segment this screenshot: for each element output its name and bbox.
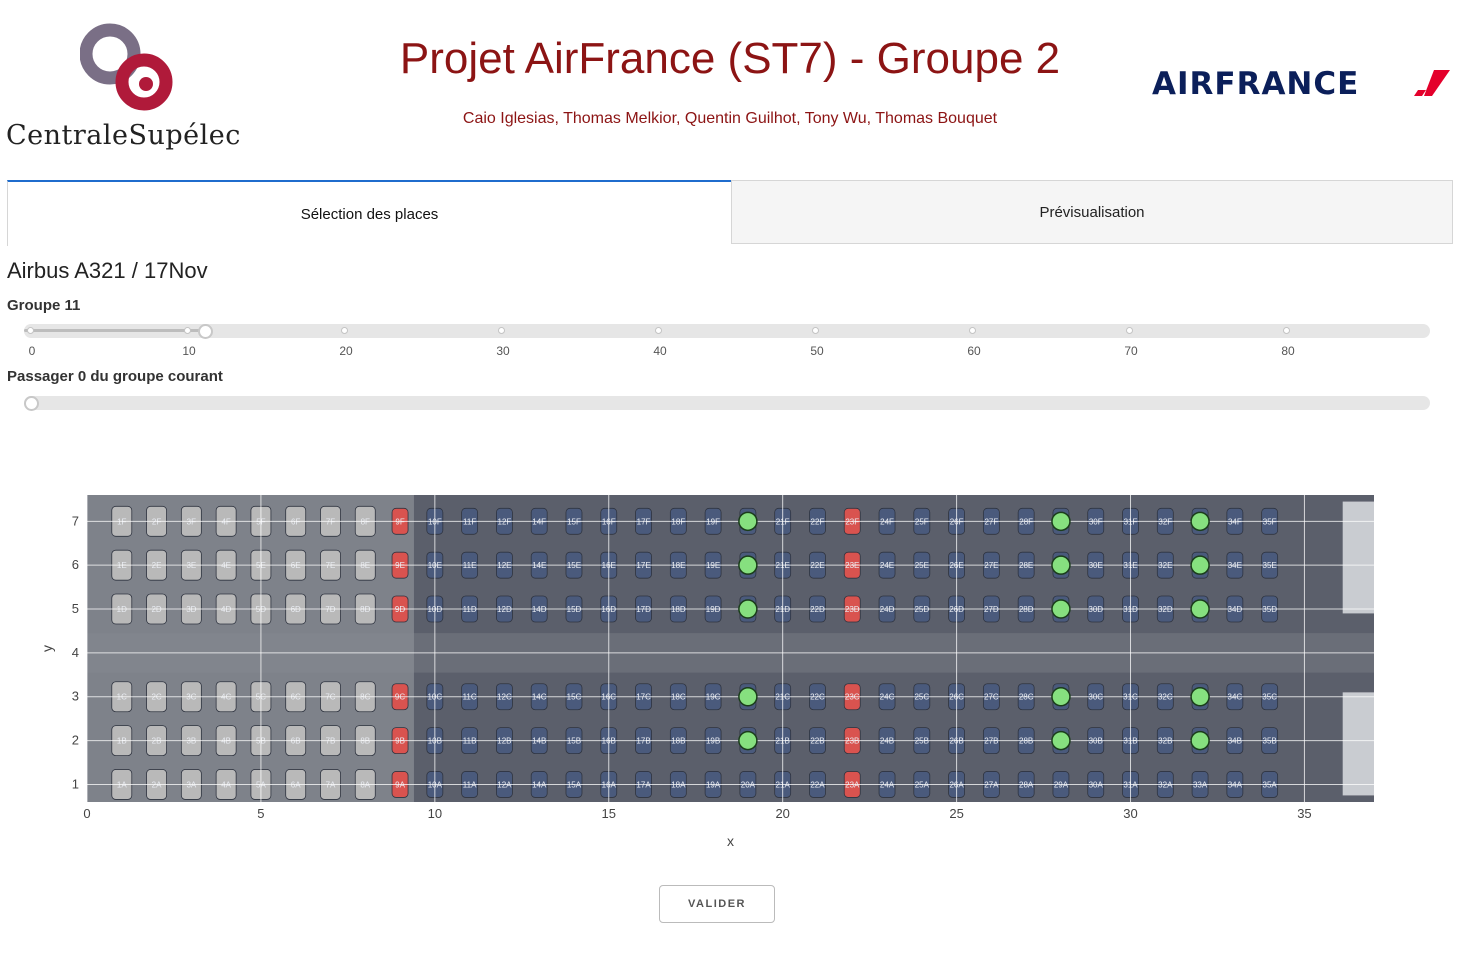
y-tick-label: 5	[72, 601, 79, 616]
page-title: Projet AirFrance (ST7) - Groupe 2	[399, 34, 1061, 83]
slider-mark-label: 10	[182, 344, 196, 358]
authors-line: Caio Iglesias, Thomas Melkior, Quentin G…	[462, 110, 998, 127]
selected-seat-marker[interactable]	[738, 555, 758, 575]
selected-seat-marker[interactable]	[1051, 511, 1071, 532]
validate-button[interactable]: VALIDER	[659, 885, 775, 923]
slider-mark-label: 40	[653, 344, 667, 358]
seat-label: 3E	[186, 561, 196, 570]
seat-label: 30E	[1089, 561, 1103, 570]
y-axis-label: y	[39, 645, 55, 652]
slider-tick	[969, 327, 976, 334]
seat-label: 19E	[706, 561, 720, 570]
seat-label: 9E	[395, 561, 405, 570]
slider-tick	[812, 327, 819, 334]
group-slider-label: Groupe 11	[7, 297, 81, 314]
seat-label: 14E	[532, 561, 546, 570]
seat-label: 27E	[984, 561, 998, 570]
seat-label: 11E	[463, 561, 477, 570]
y-tick-label: 3	[72, 689, 79, 704]
y-tick-label: 1	[72, 776, 79, 791]
y-tick-label: 7	[72, 513, 79, 528]
selected-seat-marker[interactable]	[1051, 730, 1071, 751]
x-tick-label: 35	[1297, 806, 1311, 821]
seat-label: 35E	[1263, 561, 1277, 570]
slider-tick	[1283, 327, 1290, 334]
slider-tick	[498, 327, 505, 334]
slider-mark-label: 80	[1281, 344, 1295, 358]
y-tick-label: 4	[72, 645, 79, 660]
slider-tick	[341, 327, 348, 334]
seat-label: 1E	[117, 561, 127, 570]
seat-label: 2E	[152, 561, 162, 570]
seat-label: 15E	[567, 561, 581, 570]
tab-preview[interactable]: Prévisualisation	[731, 180, 1453, 244]
selected-seat-marker[interactable]	[738, 730, 758, 751]
airfrance-logo: AIRFRANCE	[1152, 66, 1452, 106]
lavatory-area	[1342, 692, 1374, 796]
x-tick-label: 15	[602, 806, 616, 821]
selected-seat-marker[interactable]	[1190, 511, 1210, 532]
x-tick-label: 0	[83, 806, 90, 821]
centralesupelec-logo: CentraleSupélec	[6, 22, 268, 162]
group-slider-handle[interactable]	[198, 324, 213, 339]
centralesupelec-logo-mark	[80, 23, 173, 111]
seat-label: 23E	[845, 561, 859, 570]
cabin-background	[87, 495, 1374, 802]
slider-tick	[184, 327, 191, 334]
seat-label: 18E	[671, 561, 685, 570]
slider-tick	[1126, 327, 1133, 334]
tab-seat-selection[interactable]: Sélection des places	[7, 180, 731, 246]
seat-label: 24E	[880, 561, 894, 570]
seat-map-plot[interactable]: 1F1E1D1C1B1A2F2E2D2C2B2A3F3E3D3C3B3A4F4E…	[0, 470, 1461, 870]
x-tick-label: 30	[1123, 806, 1137, 821]
group-slider[interactable]	[24, 324, 1430, 339]
seat-label: 25E	[915, 561, 929, 570]
seat-label: 12E	[497, 561, 511, 570]
passenger-slider-label: Passager 0 du groupe courant	[7, 368, 223, 385]
selected-seat-marker[interactable]	[738, 511, 758, 532]
passenger-slider[interactable]	[24, 396, 1430, 411]
selected-seat-marker[interactable]	[1190, 730, 1210, 751]
selected-seat-marker[interactable]	[1051, 686, 1071, 707]
selected-seat-marker[interactable]	[738, 599, 758, 619]
slider-mark-label: 50	[810, 344, 824, 358]
y-tick-label: 6	[72, 557, 79, 572]
tab-bar: Sélection des places Prévisualisation	[7, 180, 1453, 246]
group-slider-track-fill	[24, 329, 200, 332]
x-tick-label: 5	[257, 806, 264, 821]
seat-label: 6E	[291, 561, 301, 570]
y-tick-label: 2	[72, 733, 79, 748]
lavatory-area	[1342, 501, 1374, 614]
centralesupelec-logo-text: CentraleSupélec	[6, 120, 241, 151]
x-tick-label: 10	[428, 806, 442, 821]
seat-label: 17E	[636, 561, 650, 570]
slider-tick	[27, 327, 34, 334]
selected-seat-marker[interactable]	[738, 686, 758, 707]
x-axis-label: x	[727, 833, 734, 849]
slider-mark-label: 70	[1124, 344, 1138, 358]
selected-seat-marker[interactable]	[1051, 599, 1071, 619]
seat-label: 32E	[1158, 561, 1172, 570]
slider-mark-label: 0	[28, 344, 36, 358]
selected-seat-marker[interactable]	[1190, 599, 1210, 619]
passenger-slider-handle[interactable]	[24, 396, 39, 411]
seat-label: 34E	[1228, 561, 1242, 570]
slider-tick	[655, 327, 662, 334]
airfrance-stripe-icon	[1414, 70, 1450, 96]
seat-label: 22E	[810, 561, 824, 570]
aircraft-label: Airbus A321 / 17Nov	[7, 258, 208, 283]
slider-mark-label: 30	[496, 344, 510, 358]
selected-seat-marker[interactable]	[1051, 555, 1071, 575]
seat-label: 7E	[326, 561, 336, 570]
selected-seat-marker[interactable]	[1190, 686, 1210, 707]
seat-label: 28E	[1019, 561, 1033, 570]
airfrance-logo-text: AIRFRANCE	[1152, 66, 1360, 102]
seat-label: 8E	[360, 561, 370, 570]
slider-mark-label: 20	[339, 344, 353, 358]
slider-mark-label: 60	[967, 344, 981, 358]
seat-label: 4E	[221, 561, 231, 570]
x-tick-label: 25	[949, 806, 963, 821]
selected-seat-marker[interactable]	[1190, 555, 1210, 575]
x-tick-label: 20	[775, 806, 789, 821]
